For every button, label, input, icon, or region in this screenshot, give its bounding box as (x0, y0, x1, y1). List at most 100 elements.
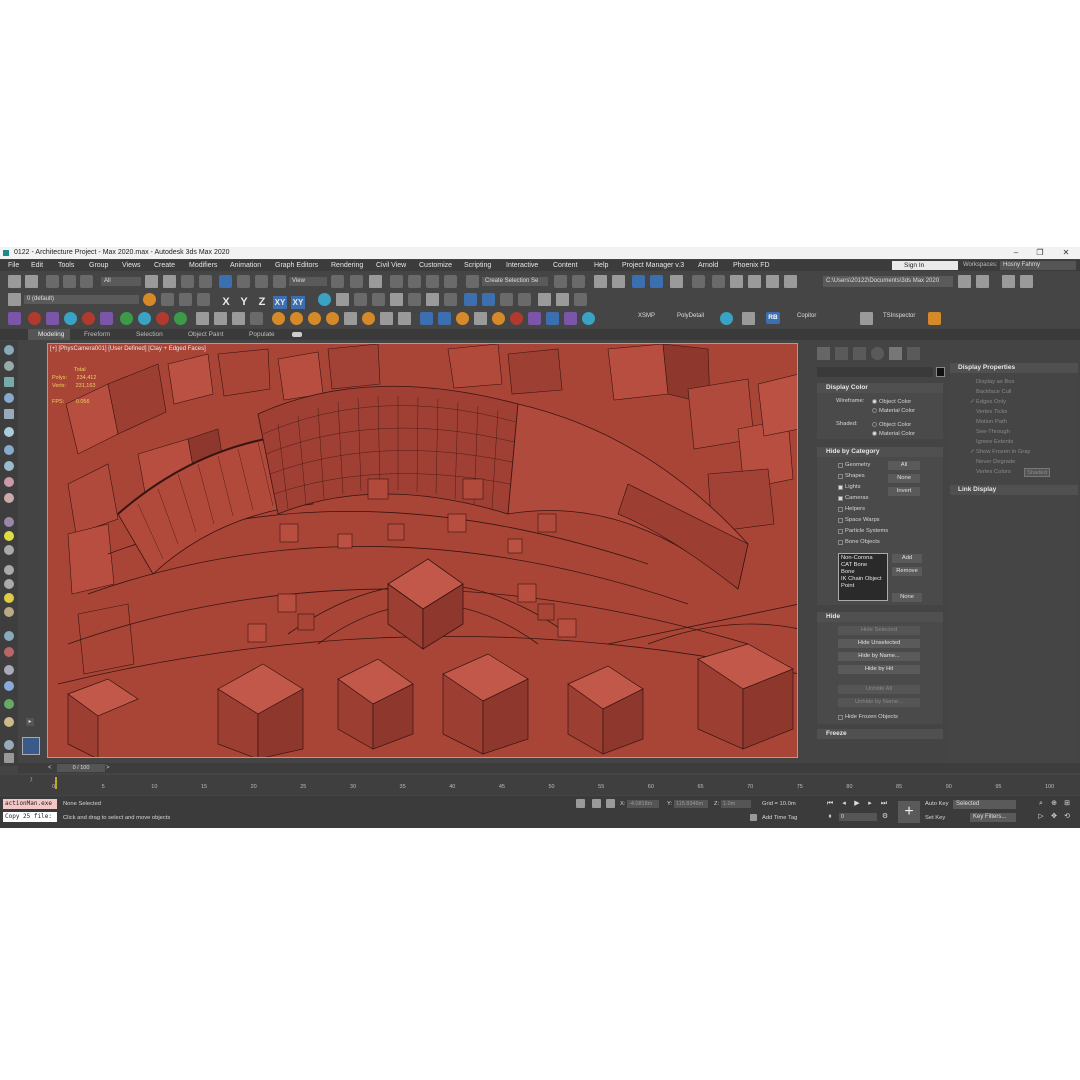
see-through-label[interactable]: See-Through (976, 429, 1010, 435)
plugin-tree-icon[interactable] (120, 312, 133, 325)
edges-only-label[interactable]: Edges Only (976, 399, 1006, 405)
bind-space-warp-icon[interactable] (80, 275, 93, 288)
next-key-icon[interactable]: ▸ (866, 800, 874, 808)
reference-coordinate-dropdown[interactable]: View (289, 277, 327, 286)
menu-content[interactable]: Content (553, 260, 578, 271)
percent-snap-icon[interactable] (426, 275, 439, 288)
cloud-icon[interactable] (4, 345, 14, 355)
selected-set-dropdown[interactable]: Selected (953, 800, 1016, 809)
mirror-icon[interactable] (554, 275, 567, 288)
copitor-button[interactable]: Copitor (797, 313, 816, 319)
play-animation-icon[interactable]: ▶ (853, 800, 861, 808)
never-degrade-label[interactable]: Never Degrade (976, 459, 1015, 465)
axis-y-button[interactable]: Y (237, 296, 251, 309)
vertex-colors-label[interactable]: Vertex Colors (976, 469, 1011, 475)
freeze-header[interactable]: Freeze (817, 729, 943, 739)
scene-explorer-icon[interactable] (594, 275, 607, 288)
select-object-icon[interactable] (145, 275, 158, 288)
plugin-sphere-icon[interactable] (28, 312, 41, 325)
layer-properties-icon[interactable] (197, 293, 210, 306)
modify-tab-icon[interactable] (835, 347, 848, 360)
tab-modeling[interactable]: Modeling (28, 329, 70, 340)
plugin-star-icon[interactable] (100, 312, 113, 325)
prev-frame-button[interactable]: < (48, 764, 55, 772)
plugin-burst-icon[interactable] (174, 312, 187, 325)
array-icon[interactable] (354, 293, 367, 306)
y-coordinate-field[interactable]: 115.8346m (674, 800, 708, 808)
foam-icon[interactable] (362, 312, 375, 325)
scene-icon[interactable] (4, 445, 14, 455)
zoom-all-icon[interactable]: ⊕ (1050, 800, 1058, 808)
set-key-button[interactable]: Set Key (925, 815, 945, 821)
hierarchy-tab-icon[interactable] (853, 347, 866, 360)
axis-xy-button[interactable]: XY (273, 296, 287, 309)
dots-icon[interactable] (4, 631, 14, 641)
project-settings-icon[interactable] (976, 275, 989, 288)
viewport-layout-icon[interactable] (22, 737, 40, 755)
particle-systems-checkbox[interactable] (838, 529, 843, 534)
vortex-icon[interactable] (438, 312, 451, 325)
tsinspector-button[interactable]: TSInspector (883, 313, 915, 319)
box-icon[interactable] (4, 377, 14, 387)
layer-explorer-icon[interactable] (612, 275, 625, 288)
utility-icon[interactable] (928, 312, 941, 325)
menu-tools[interactable]: Tools (58, 260, 74, 271)
tab-object-paint[interactable]: Object Paint (188, 329, 223, 340)
menu-interactive[interactable]: Interactive (506, 260, 538, 271)
menu-animation[interactable]: Animation (230, 260, 261, 271)
shapes-checkbox[interactable] (838, 474, 843, 479)
polydetail-button[interactable]: PolyDetail (677, 313, 704, 319)
track-bar[interactable]: ⁒ 0 5 10 15 20 25 30 35 40 45 50 55 60 65 70 75 80 85 90 95… (0, 775, 1080, 795)
cloud2-icon[interactable] (4, 361, 14, 371)
menu-customize[interactable]: Customize (419, 260, 452, 271)
sphere-icon[interactable] (564, 312, 577, 325)
menu-arnold[interactable]: Arnold (698, 260, 718, 271)
edit-named-selection-icon[interactable] (466, 275, 479, 288)
minimize-button[interactable]: – (1004, 247, 1028, 259)
plugin-gem-icon[interactable] (46, 312, 59, 325)
x-coordinate-field[interactable]: -4.0818m (627, 800, 659, 808)
ignore-extents-label[interactable]: Ignore Extents (976, 439, 1013, 445)
show-frozen-label[interactable]: Show Frozen in Gray (976, 449, 1030, 455)
fire-source-icon[interactable] (272, 312, 285, 325)
light-icon[interactable] (4, 531, 14, 541)
set-project-folder-icon[interactable] (958, 275, 971, 288)
menu-create[interactable]: Create (154, 260, 175, 271)
time-slider[interactable]: 0 / 100 < > (18, 763, 1080, 773)
go-to-start-icon[interactable]: ⏮ (826, 800, 834, 808)
render-in-cloud-icon[interactable] (784, 275, 797, 288)
spinner-snap-icon[interactable] (444, 275, 457, 288)
list-item[interactable]: Point (841, 583, 885, 590)
brush-icon[interactable] (742, 312, 755, 325)
fx-icon[interactable] (4, 517, 14, 527)
hide-by-name-button[interactable]: Hide by Name... (838, 652, 920, 661)
tab-freeform[interactable]: Freeform (84, 329, 110, 340)
sun-icon[interactable] (336, 293, 349, 306)
maximize-button[interactable]: ❐ (1028, 247, 1052, 259)
go-to-end-icon[interactable]: ⏭ (880, 800, 888, 808)
schematic-view-icon[interactable] (670, 275, 683, 288)
track-icon[interactable]: ⁒ (30, 777, 32, 783)
menu-edit[interactable]: Edit (31, 260, 43, 271)
motion-tab-icon[interactable] (871, 347, 884, 360)
wind-icon[interactable] (420, 312, 433, 325)
helpers-checkbox[interactable] (838, 507, 843, 512)
selection-filter-dropdown[interactable]: All (101, 277, 141, 286)
render-setup-icon[interactable] (712, 275, 725, 288)
vertex-ticks-label[interactable]: Vertex Ticks (976, 409, 1007, 415)
orbit-icon[interactable]: ⟲ (1063, 813, 1071, 821)
menu-civil-view[interactable]: Civil View (376, 260, 406, 271)
menu-graph-editors[interactable]: Graph Editors (275, 260, 318, 271)
redo-icon[interactable] (25, 275, 38, 288)
field-of-view-icon[interactable]: ▷ (1037, 813, 1045, 821)
set-key-plus-button[interactable]: + (898, 801, 920, 823)
spacing-tool-icon[interactable] (408, 293, 421, 306)
eye-icon[interactable] (556, 293, 569, 306)
ball-icon[interactable] (528, 312, 541, 325)
sun-tool-icon[interactable] (4, 593, 14, 603)
cone-icon[interactable] (4, 579, 14, 589)
select-and-rotate-icon[interactable] (237, 275, 250, 288)
none-list-button[interactable]: None (892, 593, 922, 602)
next-frame-button[interactable]: > (106, 764, 113, 772)
key-filters-button[interactable]: Key Filters... (970, 813, 1016, 822)
